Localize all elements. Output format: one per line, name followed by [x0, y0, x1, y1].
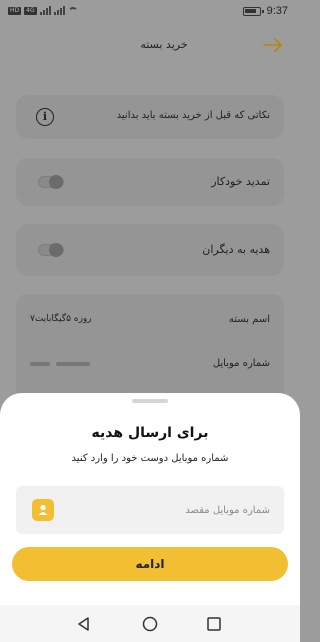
signal-icon — [39, 6, 51, 15]
mobile-label: شماره موبایل — [212, 358, 270, 369]
continue-button[interactable]: ادامه — [12, 547, 288, 581]
clock: 9:37 — [266, 5, 288, 17]
package-info-card: اسم بسته ۷روزه ۵گیگابایت شماره موبایل — [16, 294, 284, 404]
auto-renew-card: تمدید خودکار — [16, 158, 284, 206]
page-title: خرید بسته — [140, 38, 188, 51]
purchase-notes-card[interactable]: نکاتی که قبل از خرید بسته باید بدانید i — [16, 95, 284, 139]
sheet-title: برای ارسال هدیه — [91, 425, 209, 441]
app-header: خرید بسته — [0, 24, 300, 68]
sheet-subtitle: شماره موبایل دوست خود را وارد کنید — [71, 453, 229, 464]
signal-icon-2 — [53, 6, 65, 15]
package-name-label: اسم بسته — [228, 314, 270, 325]
sheet-drag-handle[interactable] — [132, 399, 168, 403]
system-nav-bar — [0, 605, 300, 642]
auto-renew-toggle[interactable] — [38, 175, 64, 189]
package-name-value: ۷روزه ۵گیگابایت — [30, 314, 92, 324]
gift-toggle[interactable] — [38, 243, 64, 257]
destination-mobile-field — [16, 486, 284, 534]
destination-mobile-input[interactable] — [62, 486, 270, 534]
recents-square-icon[interactable] — [205, 615, 223, 633]
network-badge: 4G — [24, 6, 37, 15]
battery-icon — [242, 6, 264, 16]
status-icons-right: 9:37 — [242, 5, 288, 17]
status-bar: HD 4G 9:37 — [0, 0, 300, 24]
auto-renew-label: تمدید خودکار — [211, 175, 270, 188]
wifi-icon — [67, 6, 78, 15]
gift-card: هدیه به دیگران — [16, 224, 284, 276]
contacts-button[interactable] — [32, 499, 54, 521]
masked-mobile-value — [30, 362, 90, 366]
contact-person-icon — [38, 504, 48, 515]
sim-badge: HD — [8, 6, 22, 15]
status-icons-left: HD 4G — [8, 6, 78, 15]
home-circle-icon[interactable] — [141, 615, 159, 633]
notes-label: نکاتی که قبل از خرید بسته باید بدانید — [116, 110, 270, 121]
back-triangle-icon[interactable] — [75, 615, 93, 633]
gift-label: هدیه به دیگران — [202, 243, 270, 256]
info-icon: i — [36, 108, 54, 126]
arrow-right-icon[interactable] — [262, 36, 284, 54]
